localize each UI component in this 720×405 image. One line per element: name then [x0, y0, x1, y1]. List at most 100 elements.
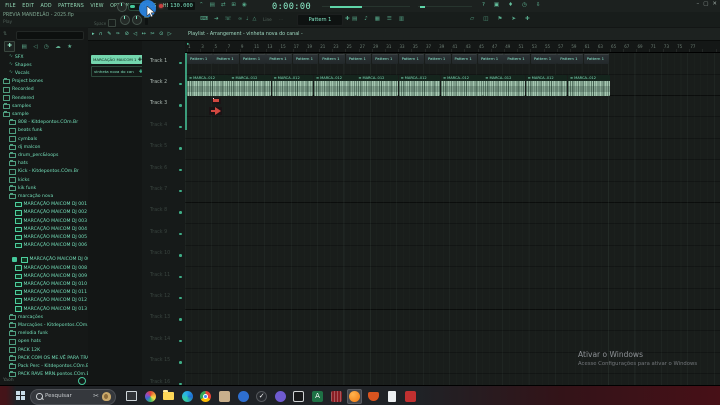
- help-icon[interactable]: ?: [482, 2, 485, 8]
- browser-tab-cloud[interactable]: ☁: [55, 44, 61, 50]
- tempo-nudge-knob[interactable]: [132, 15, 142, 25]
- select-tool-icon[interactable]: ▸: [92, 31, 95, 37]
- menu-add[interactable]: ADD: [37, 4, 55, 9]
- magnet-icon[interactable]: ∩: [99, 31, 103, 37]
- jump-icon[interactable]: ➤: [511, 16, 516, 22]
- grid-icon[interactable]: ⊞: [231, 2, 236, 8]
- midi-clip-red-2[interactable]: [209, 107, 222, 115]
- browser-refresh-icon[interactable]: [78, 377, 86, 385]
- track-mute-led[interactable]: [179, 126, 182, 129]
- maximize-button[interactable]: ▢: [703, 1, 708, 7]
- menu-patterns[interactable]: PATTERNS: [55, 4, 87, 9]
- browser-tab-history[interactable]: ◷: [44, 44, 49, 50]
- download-icon[interactable]: ⇩: [536, 2, 541, 8]
- song-progress-bar[interactable]: [322, 6, 410, 7]
- browser-toggle-icon[interactable]: ▥: [399, 16, 404, 22]
- browser-item[interactable]: kik funk: [9, 184, 36, 192]
- browser-item[interactable]: PACK 12K: [9, 346, 40, 354]
- pattern-clip[interactable]: Pattern 1: [504, 54, 530, 64]
- menu-file[interactable]: FILE: [2, 4, 19, 9]
- audio-clip[interactable]: ≡ MARCA..012: [399, 75, 441, 96]
- midi-clip-red-1[interactable]: [212, 98, 221, 105]
- pattern-clip[interactable]: Pattern 1: [266, 54, 292, 64]
- app-blue[interactable]: [236, 389, 251, 404]
- mute-tool-icon[interactable]: ◁: [133, 31, 137, 37]
- edge[interactable]: [180, 389, 195, 404]
- track-mute-led[interactable]: [179, 361, 182, 364]
- browser-item[interactable]: PACK COM OS ME.VÊ PARA TRAP: [9, 354, 92, 362]
- start-button[interactable]: [16, 391, 25, 400]
- paint-tool-icon[interactable]: ✑: [116, 31, 120, 37]
- menu-view[interactable]: VIEW: [87, 4, 107, 9]
- pattern-clip[interactable]: Pattern 1: [319, 54, 345, 64]
- audio-clip[interactable]: ≡ MARCA..012: [441, 75, 483, 96]
- recording-icon[interactable]: ♦: [508, 2, 513, 8]
- track-mute-led[interactable]: [179, 169, 182, 172]
- browser-item[interactable]: 808 - Kitdepontos.COm.Br: [9, 119, 78, 127]
- browser-item[interactable]: Project bones: [3, 78, 43, 86]
- tap-tempo-icon[interactable]: ◫: [483, 16, 488, 22]
- pattern-clip[interactable]: Pattern 1: [478, 54, 504, 64]
- browser-item[interactable]: MARCAÇÃO MAICOM DJ 007: [21, 256, 93, 264]
- pattern-clip[interactable]: Pattern 1: [187, 54, 213, 64]
- pattern-clip[interactable]: Pattern 1: [346, 54, 372, 64]
- track-mute-led[interactable]: [179, 254, 182, 257]
- track-mute-led[interactable]: [179, 340, 182, 343]
- countdown-icon[interactable]: △: [253, 16, 257, 22]
- time-display[interactable]: 0:00:00: [272, 2, 311, 12]
- browser-item[interactable]: melodia funk: [9, 330, 48, 338]
- browser-item[interactable]: kicks: [9, 176, 30, 184]
- browser-item[interactable]: Rendered: [3, 94, 34, 102]
- browser-tab-audio[interactable]: ◁: [33, 44, 37, 50]
- app-beige[interactable]: [217, 389, 232, 404]
- menu-edit[interactable]: EDIT: [19, 4, 37, 9]
- browser-item[interactable]: drum_perc&loops: [9, 151, 58, 159]
- browser-item[interactable]: samples: [3, 102, 31, 110]
- browser-item[interactable]: beats funk: [9, 127, 42, 135]
- app-dark[interactable]: [291, 389, 306, 404]
- pattern-clip[interactable]: Pattern 1: [584, 54, 610, 64]
- delete-tool-icon[interactable]: ⊘: [125, 31, 129, 37]
- audio-clip[interactable]: ≡ MARCA..012: [229, 75, 271, 96]
- browser-item[interactable]: ∿SFX: [9, 53, 24, 61]
- track-mute-led[interactable]: [179, 147, 182, 150]
- audio-clip[interactable]: ≡ MARCA..012: [568, 75, 610, 96]
- browser-item[interactable]: MARCAÇÃO MAICOM DJ 012: [15, 297, 87, 305]
- pattern-clip[interactable]: Pattern 1: [531, 54, 557, 64]
- pattern-clip[interactable]: Pattern 1: [372, 54, 398, 64]
- step-sequencer-icon[interactable]: ▦: [375, 16, 380, 22]
- browser-scroll-arrows-icon[interactable]: ⇅: [3, 31, 8, 37]
- pitch-knob[interactable]: [120, 15, 130, 25]
- timeline-ruler[interactable]: ▸ 13579111315171921232527293133353739414…: [185, 41, 720, 53]
- browser-item[interactable]: MARCAÇÃO MAICOM DJ 002: [15, 209, 87, 217]
- designer[interactable]: [143, 389, 158, 404]
- task-view[interactable]: [124, 389, 139, 404]
- time-history-icon[interactable]: ◷: [522, 2, 527, 8]
- browser-item[interactable]: ∿Vocals: [9, 69, 29, 77]
- app-red-tile[interactable]: [329, 389, 344, 404]
- browser-item[interactable]: dj malcon: [9, 143, 40, 151]
- pattern-clip[interactable]: Pattern 1: [240, 54, 266, 64]
- pattern-clip[interactable]: Pattern 1: [213, 54, 239, 64]
- playlist-grid[interactable]: ▸ 13579111315171921232527293133353739414…: [185, 41, 720, 385]
- pattern-clip[interactable]: Pattern 1: [452, 54, 478, 64]
- browser-item[interactable]: MARCAÇÃO MAICOM DJ 004: [15, 225, 87, 233]
- pattern-clip[interactable]: Pattern 1: [293, 54, 319, 64]
- preview-tool-icon[interactable]: ▷: [168, 31, 172, 37]
- browser-item[interactable]: MARCAÇÃO MAICOM DJ 001: [15, 201, 87, 209]
- zoom-tool-icon[interactable]: ⊙: [159, 31, 163, 37]
- browser-search-input[interactable]: [16, 31, 84, 40]
- marker-icon[interactable]: ⚑: [497, 16, 502, 22]
- browser-tab-add[interactable]: ✚: [4, 41, 15, 52]
- browser-item[interactable]: MARCAÇÃO MAICOM DJ 013: [15, 305, 87, 313]
- link-icon[interactable]: ∞: [238, 16, 242, 22]
- chrome[interactable]: [198, 389, 213, 404]
- pattern-clip[interactable]: Pattern 1: [425, 54, 451, 64]
- browser-item[interactable]: Marcações - Kitdepontos.COm.Br: [9, 321, 94, 329]
- touch-icon[interactable]: ☏: [225, 16, 232, 22]
- fl-studio[interactable]: [347, 389, 362, 404]
- audio-clip[interactable]: ≡ MARCA..012: [272, 75, 314, 96]
- browser-item[interactable]: MARCAÇÃO MAICOM DJ 006: [15, 242, 87, 250]
- pattern-clip[interactable]: Pattern 1: [557, 54, 583, 64]
- taskbar-search[interactable]: Pesquisar ✂: [30, 389, 116, 405]
